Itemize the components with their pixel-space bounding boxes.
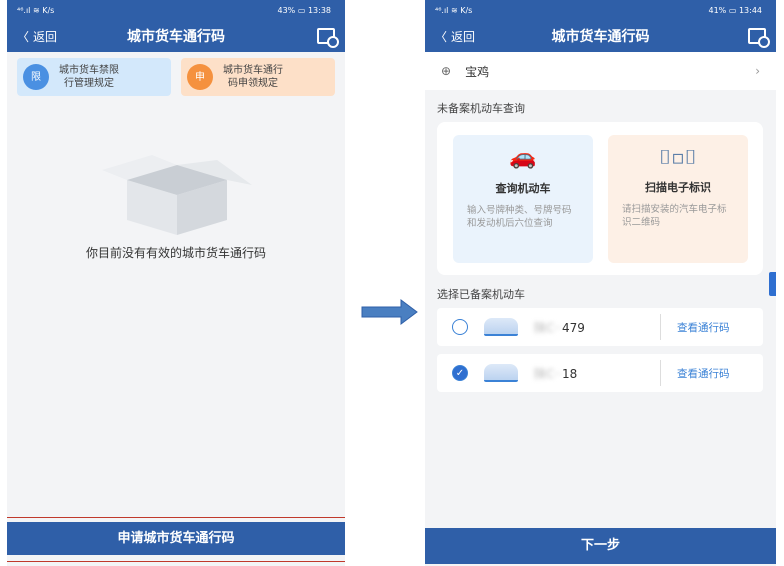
car-icon bbox=[484, 318, 518, 336]
radio-button-checked[interactable]: ✓ bbox=[452, 365, 468, 381]
city-name: 宝鸡 bbox=[465, 64, 490, 79]
back-button[interactable]: 〈返回 bbox=[435, 28, 475, 45]
next-button[interactable]: 下一步 bbox=[425, 528, 776, 564]
document-icon: 申 bbox=[187, 64, 213, 90]
radio-button[interactable] bbox=[452, 319, 468, 335]
van-icon bbox=[484, 364, 518, 382]
card-label: 城市货车禁限 bbox=[59, 65, 119, 76]
card-label: 码申领规定 bbox=[228, 78, 278, 89]
status-bar: ⁴⁶.ıl ≋ K/s 41% ▭ 13:44 bbox=[435, 5, 762, 15]
empty-box-icon bbox=[102, 155, 252, 235]
header: ⁴⁶.ıl ≋ K/s 41% ▭ 13:44 〈返回 城市货车通行码 bbox=[425, 0, 776, 52]
signal-indicator: ⁴⁶.ıl ≋ K/s bbox=[435, 5, 473, 15]
card-desc: 请扫描安装的汽车电子标识二维码 bbox=[622, 204, 727, 228]
left-phone-screen: ⁴⁶.ıl ≋ K/s 43% ▭ 13:38 〈返回 城市货车通行码 限 城市… bbox=[7, 0, 345, 566]
query-vehicle-card[interactable]: 🚗 查询机动车 输入号牌种类、号牌号码和发动机后六位查询 bbox=[453, 135, 593, 263]
battery-level: 41% bbox=[708, 5, 727, 15]
status-bar: ⁴⁶.ıl ≋ K/s 43% ▭ 13:38 bbox=[17, 5, 331, 15]
view-pass-code-link[interactable]: 查看通行码 bbox=[677, 320, 730, 335]
document-icon: 限 bbox=[23, 64, 49, 90]
history-icon[interactable] bbox=[748, 28, 770, 48]
history-icon[interactable] bbox=[317, 28, 339, 48]
header: ⁴⁶.ıl ≋ K/s 43% ▭ 13:38 〈返回 城市货车通行码 bbox=[7, 0, 345, 52]
section-title: 未备案机动车查询 bbox=[437, 102, 525, 115]
back-button[interactable]: 〈返回 bbox=[17, 28, 57, 45]
battery-level: 43% bbox=[277, 5, 296, 15]
card-label: 城市货车通行 bbox=[223, 65, 283, 76]
car-search-icon: 🚗 bbox=[509, 145, 537, 170]
divider bbox=[660, 360, 661, 386]
vehicle-row[interactable]: ✓ 陕C··18 查看通行码 bbox=[437, 354, 763, 392]
chevron-left-icon: 〈 bbox=[17, 29, 30, 44]
location-icon: ⊕ bbox=[441, 64, 452, 78]
card-title: 扫描电子标识 bbox=[645, 181, 711, 194]
card-label: 行管理规定 bbox=[64, 78, 114, 89]
plate-number: 陕C··479 bbox=[534, 320, 585, 335]
clock: 13:44 bbox=[738, 5, 762, 15]
right-phone-screen: ⁴⁶.ıl ≋ K/s 41% ▭ 13:44 〈返回 城市货车通行码 ⊕ 宝鸡… bbox=[425, 0, 776, 566]
restriction-rules-card[interactable]: 限 城市货车禁限 行管理规定 bbox=[17, 58, 171, 96]
view-pass-code-link[interactable]: 查看通行码 bbox=[677, 366, 730, 381]
arrow-right-icon bbox=[361, 299, 418, 325]
apply-button[interactable]: 申请城市货车通行码 bbox=[7, 522, 345, 555]
scan-tag-card[interactable]: ⌷▫⌷ 扫描电子标识 请扫描安装的汽车电子标识二维码 bbox=[608, 135, 748, 263]
divider bbox=[660, 314, 661, 340]
page-title: 城市货车通行码 bbox=[127, 29, 225, 45]
signal-indicator: ⁴⁶.ıl ≋ K/s bbox=[17, 5, 55, 15]
back-label: 返回 bbox=[451, 29, 476, 44]
qr-scan-icon: ⌷▫⌷ bbox=[659, 145, 697, 169]
back-label: 返回 bbox=[33, 29, 58, 44]
card-desc: 输入号牌种类、号牌号码和发动机后六位查询 bbox=[467, 205, 572, 229]
card-title: 查询机动车 bbox=[495, 182, 551, 195]
application-rules-card[interactable]: 申 城市货车通行 码申领规定 bbox=[181, 58, 335, 96]
highlight-line bbox=[7, 561, 345, 562]
plate-number: 陕C··18 bbox=[534, 366, 578, 381]
vehicle-row[interactable]: 陕C··479 查看通行码 bbox=[437, 308, 763, 346]
highlight-line bbox=[7, 517, 345, 518]
chevron-right-icon: › bbox=[755, 64, 760, 78]
check-icon: ✓ bbox=[455, 367, 465, 379]
side-tab[interactable] bbox=[769, 272, 776, 296]
section-title: 选择已备案机动车 bbox=[437, 288, 525, 301]
clock: 13:38 bbox=[307, 5, 331, 15]
city-selector[interactable]: ⊕ 宝鸡 › bbox=[425, 52, 776, 90]
page-title: 城市货车通行码 bbox=[551, 29, 650, 45]
empty-message: 你目前没有有效的城市货车通行码 bbox=[85, 246, 266, 260]
chevron-left-icon: 〈 bbox=[435, 29, 448, 44]
